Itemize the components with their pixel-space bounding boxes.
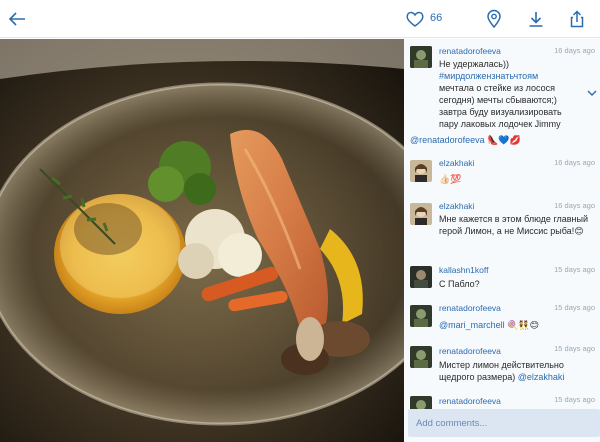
mention-link[interactable]: @renatadorofeeva 👠💙💋: [410, 135, 521, 145]
comments-panel[interactable]: renatadorofeeva 16 days ago Не удержалас…: [404, 39, 600, 442]
heart-icon[interactable]: [404, 8, 426, 30]
like-count: 66: [430, 12, 443, 24]
share-icon[interactable]: [566, 8, 588, 30]
comment-timestamp: 15 days ago: [554, 344, 595, 353]
comment-text: Не удержалась)) #мирдолжензнатьчтоям меч…: [439, 58, 591, 130]
comment-timestamp: 15 days ago: [554, 265, 595, 274]
comment-username[interactable]: kallashn1koff: [439, 265, 488, 275]
comment-timestamp: 16 days ago: [554, 46, 595, 55]
comment-text: Мистер лимон действительно щедрого разме…: [439, 359, 591, 383]
hashtag-link[interactable]: #мирдолжензнатьчтоям: [439, 70, 591, 82]
avatar[interactable]: [410, 203, 432, 225]
comment-username[interactable]: elzakhaki: [439, 158, 474, 168]
avatar[interactable]: [410, 46, 432, 68]
comment-timestamp: 16 days ago: [554, 201, 595, 210]
mention-link[interactable]: @elzakhaki: [518, 372, 565, 382]
comment-username[interactable]: renatadorofeeva: [439, 303, 501, 313]
comment-line: мечтала о стейке из лосося: [439, 83, 555, 93]
avatar[interactable]: [410, 305, 432, 327]
comment-timestamp: 16 days ago: [554, 158, 595, 167]
avatar[interactable]: [410, 346, 432, 368]
mention-link[interactable]: @mari_marchell: [439, 320, 505, 330]
top-bar: 66: [0, 0, 600, 38]
post-photo[interactable]: [0, 39, 404, 442]
comment-line: сегодня) мечты сбываются;): [439, 95, 557, 105]
download-icon[interactable]: [525, 8, 547, 30]
avatar[interactable]: [410, 266, 432, 288]
comment-text: @mari_marchell 🍭👯😊: [439, 319, 591, 331]
comment-timestamp: 15 days ago: [554, 395, 595, 404]
chevron-down-icon[interactable]: [586, 87, 598, 99]
comment-overflow-text: @renatadorofeeva 👠💙💋: [410, 134, 596, 146]
comment-timestamp: 15 days ago: [554, 303, 595, 312]
comment-username[interactable]: elzakhaki: [439, 201, 474, 211]
comment-line: завтра буду визуализировать: [439, 107, 562, 117]
comment-text: С Пабло?: [439, 279, 480, 289]
avatar[interactable]: [410, 160, 432, 182]
back-arrow-icon[interactable]: [6, 8, 28, 30]
comment-username[interactable]: renatadorofeeva: [439, 396, 501, 406]
food-photo-image: [0, 39, 404, 442]
comment-username[interactable]: renatadorofeeva: [439, 346, 501, 356]
comment-username[interactable]: renatadorofeeva: [439, 46, 501, 56]
comment-text: Мне кажется в этом блюде главный герой Л…: [439, 214, 589, 236]
location-pin-icon[interactable]: [483, 8, 505, 30]
comment-line: Не удержалась)): [439, 59, 509, 69]
add-comment-input[interactable]: Add comments...: [408, 409, 600, 437]
comment-text: 👍🏻💯: [439, 174, 462, 184]
comment-line: пару лаковых лодочек Jimmy: [439, 119, 561, 129]
comment-emoji: 🍭👯😊: [504, 320, 539, 330]
